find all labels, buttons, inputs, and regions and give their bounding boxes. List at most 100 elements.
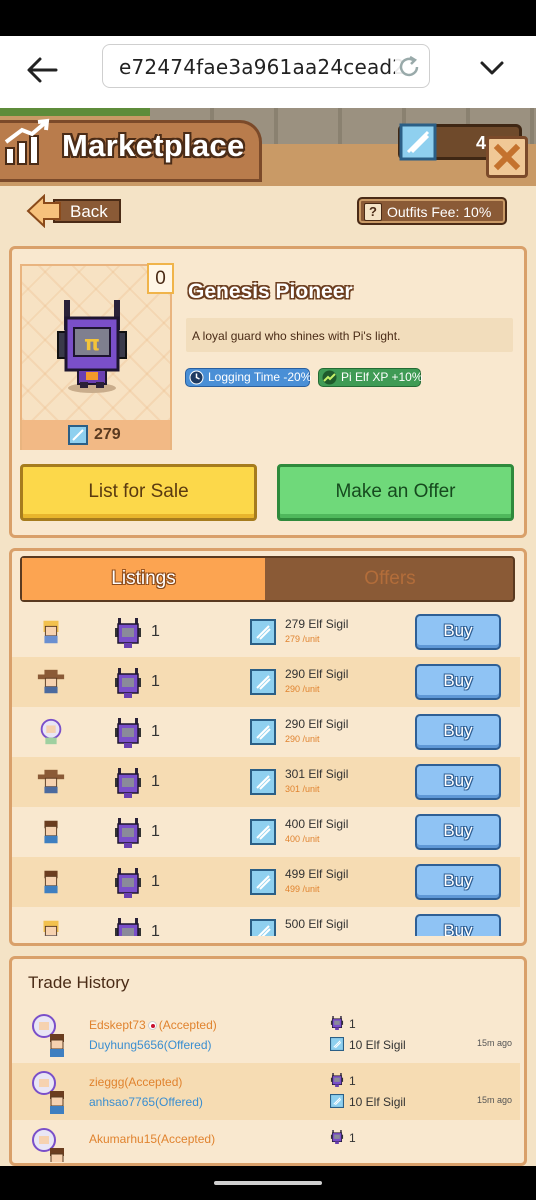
sigil-gem-icon — [250, 819, 276, 845]
listing-row: 1 400 Elf Sigil 400 /unit Buy — [12, 807, 520, 857]
svg-text:π: π — [84, 331, 100, 355]
listing-price: 301 Elf Sigil — [285, 767, 349, 781]
fee-text: Outfits Fee: 10% — [387, 204, 492, 220]
listing-qty: 1 — [151, 623, 160, 640]
listing-qty: 1 — [151, 673, 160, 690]
status-bar — [0, 0, 536, 36]
listing-row: 1 500 Elf Sigil Buy — [12, 907, 520, 936]
seller-avatar — [37, 669, 65, 694]
sigil-gem-icon — [250, 669, 276, 695]
trader-avatars — [32, 1014, 64, 1057]
screen: e72474fae3a961aa24cead2 Marketplace 4 Ba… — [0, 0, 536, 1200]
sigil-gem-icon — [398, 122, 438, 162]
arrow-left-icon — [27, 57, 58, 83]
flag-icon — [147, 1021, 157, 1031]
sigil-gem-icon — [250, 919, 276, 936]
robot-outfit-icon: π — [50, 296, 134, 396]
sigil-gem-icon — [250, 719, 276, 745]
listing-price: 400 Elf Sigil — [285, 817, 349, 831]
sigil-gem-icon — [330, 1037, 344, 1051]
sigil-gem-icon — [250, 769, 276, 795]
robot-outfit-icon — [330, 1130, 344, 1144]
help-icon[interactable]: ? — [364, 203, 382, 221]
listing-row: 1 290 Elf Sigil 290 /unit Buy — [12, 657, 520, 707]
trade-buyer[interactable]: Duyhung5656(Offered) — [89, 1038, 212, 1052]
perk-logging-time: Logging Time -20% — [185, 368, 312, 387]
listing-qty: 1 — [151, 923, 160, 936]
make-offer-button[interactable]: Make an Offer — [277, 464, 514, 521]
item-name: Genesis Pioneer — [188, 280, 353, 303]
trade-seller[interactable]: Akumarhu15(Accepted) — [89, 1132, 215, 1146]
buy-button[interactable]: Buy — [415, 914, 501, 936]
item-description: A loyal guard who shines with Pi's light… — [192, 329, 401, 343]
robot-outfit-icon — [115, 668, 141, 698]
buy-button[interactable]: Buy — [415, 614, 501, 650]
tab-listings[interactable]: Listings — [22, 558, 265, 600]
buy-button[interactable]: Buy — [415, 814, 501, 850]
listing-price: 500 Elf Sigil — [285, 917, 349, 931]
sigil-gem-icon — [68, 425, 88, 445]
back-label: Back — [70, 202, 108, 221]
listings-list: 1 279 Elf Sigil 279 /unit Buy 1 290 Elf Sigil… — [12, 607, 520, 936]
browser-back-button[interactable] — [22, 50, 62, 90]
fee-badge[interactable]: ? Outfits Fee: 10% — [357, 197, 507, 225]
listing-price: 290 Elf Sigil — [285, 667, 349, 681]
listing-row: 1 290 Elf Sigil 290 /unit Buy — [12, 707, 520, 757]
robot-outfit-icon — [115, 618, 141, 648]
trade-history-row: Akumarhu15(Accepted) 1 — [12, 1120, 520, 1162]
home-indicator[interactable] — [214, 1181, 322, 1185]
close-icon — [493, 143, 521, 171]
seller-avatar — [44, 870, 58, 894]
listing-row: 1 301 Elf Sigil 301 /unit Buy — [12, 757, 520, 807]
sigil-gem-icon — [250, 869, 276, 895]
trade-buyer[interactable]: anhsao7765(Offered) — [89, 1095, 203, 1109]
trader-avatars — [32, 1071, 64, 1114]
close-button[interactable] — [486, 136, 528, 178]
trade-seller[interactable]: zieggg(Accepted) — [89, 1075, 182, 1089]
trade-history-list: Edskept73 (Accepted) Duyhung5656(Offered) 1… — [12, 1006, 520, 1162]
listing-unit-price: 290 /unit — [285, 734, 320, 744]
buy-button[interactable]: Buy — [415, 714, 501, 750]
listing-row: 1 279 Elf Sigil 279 /unit Buy — [12, 607, 520, 657]
url-field[interactable]: e72474fae3a961aa24cead2 — [102, 44, 430, 88]
game-header: Marketplace 4 — [0, 108, 536, 186]
robot-outfit-icon — [330, 1016, 344, 1030]
seller-avatar — [37, 769, 65, 794]
listing-unit-price: 400 /unit — [285, 834, 320, 844]
robot-outfit-icon — [330, 1073, 344, 1087]
browser-toolbar: e72474fae3a961aa24cead2 — [0, 36, 536, 108]
perk-label: Pi Elf XP +10% — [341, 370, 423, 384]
buy-button[interactable]: Buy — [415, 864, 501, 900]
listing-price: 499 Elf Sigil — [285, 867, 349, 881]
listing-qty: 1 — [151, 873, 160, 890]
seller-avatar — [40, 718, 62, 745]
trade-seller[interactable]: Edskept73 (Accepted) — [89, 1018, 217, 1032]
listing-row: 1 499 Elf Sigil 499 /unit Buy — [12, 857, 520, 907]
refresh-icon[interactable] — [395, 53, 423, 81]
listing-price: 279 Elf Sigil — [285, 617, 349, 631]
buy-button[interactable]: Buy — [415, 664, 501, 700]
robot-outfit-icon — [115, 818, 141, 848]
tab-offers[interactable]: Offers — [267, 558, 513, 600]
trend-up-icon — [321, 369, 338, 386]
listing-unit-price: 301 /unit — [285, 784, 320, 794]
trade-history-row: Edskept73 (Accepted) Duyhung5656(Offered) 1… — [12, 1006, 520, 1063]
robot-outfit-icon — [115, 768, 141, 798]
trade-time: 15m ago — [477, 1095, 513, 1105]
buy-button[interactable]: Buy — [415, 764, 501, 800]
sigil-gem-icon — [250, 619, 276, 645]
trade-qty: 1 — [349, 1017, 356, 1031]
page-title: Marketplace — [62, 128, 245, 163]
chevron-down-icon[interactable] — [476, 52, 508, 84]
trade-time: 15m ago — [477, 1038, 513, 1048]
trade-qty: 1 — [349, 1074, 356, 1088]
list-for-sale-button[interactable]: List for Sale — [20, 464, 257, 521]
owned-count-badge: 0 — [147, 263, 174, 294]
listing-unit-price: 290 /unit — [285, 684, 320, 694]
robot-outfit-icon — [115, 868, 141, 898]
trader-avatars — [32, 1128, 64, 1162]
trade-price: 10 Elf Sigil — [349, 1038, 406, 1052]
perk-label: Logging Time -20% — [208, 370, 312, 384]
trade-price: 10 Elf Sigil — [349, 1095, 406, 1109]
listing-unit-price: 499 /unit — [285, 884, 320, 894]
